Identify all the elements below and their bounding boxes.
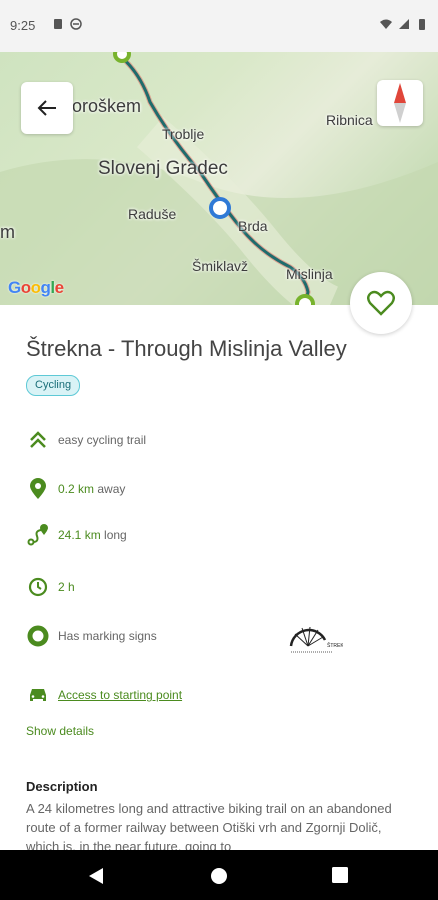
clock-icon [28, 577, 48, 597]
battery-icon [419, 19, 425, 30]
ring-icon [27, 625, 49, 647]
nav-back-icon[interactable] [88, 867, 104, 885]
description-heading: Description [26, 779, 98, 794]
double-chevron-up-icon [30, 431, 46, 448]
duration-text: 2 h [58, 580, 75, 594]
route-end-marker [295, 294, 315, 305]
length-row: 24.1 km long [26, 521, 127, 549]
heart-outline-icon [367, 290, 395, 316]
location-pin-icon [30, 478, 46, 499]
marking-row: Has marking signs [26, 622, 157, 650]
description-text: A 24 kilometres long and attractive biki… [26, 801, 392, 854]
length-value: 24.1 km [58, 528, 101, 542]
status-time: 9:25 [10, 18, 36, 33]
category-chip: Cycling [26, 375, 81, 396]
route-icon [27, 524, 48, 546]
wifi-icon [380, 19, 392, 29]
map-label: Raduše [128, 206, 177, 222]
google-logo: Google [8, 278, 64, 297]
marking-text: Has marking signs [58, 629, 157, 643]
nav-home-icon[interactable] [210, 867, 228, 885]
strekna-logo: ŠTREKNA [289, 626, 343, 653]
svg-text:ŠTREKNA: ŠTREKNA [327, 642, 343, 649]
status-bar: 9:25 [0, 0, 438, 52]
distance-away-row: 0.2 km away [26, 475, 125, 503]
map-label: Šmiklavž [192, 258, 249, 274]
navigation-bar [0, 850, 438, 900]
map-label: Mislinja [286, 266, 333, 282]
favorite-button[interactable] [350, 272, 412, 334]
difficulty-text: easy cycling trail [58, 433, 147, 447]
arrow-left-icon [37, 100, 56, 116]
length-suffix: long [100, 528, 127, 542]
current-location-marker [209, 197, 231, 219]
signal-icon [399, 19, 409, 29]
compass-icon [394, 83, 406, 123]
no-disturb-icon [70, 18, 82, 30]
access-row[interactable]: Access to starting point [26, 681, 182, 709]
map-label: m [0, 222, 15, 242]
show-details-button[interactable]: Show details [26, 724, 94, 738]
back-button[interactable] [21, 82, 73, 134]
map-label: Ribnica [326, 112, 373, 128]
trail-title: Štrekna - Through Mislinja Valley [26, 336, 347, 361]
duration-row: 2 h [26, 573, 75, 601]
access-starting-point-link[interactable]: Access to starting point [58, 688, 182, 702]
map-label: Brda [238, 218, 268, 234]
car-icon [30, 689, 46, 701]
route-start-marker [113, 52, 131, 63]
nav-recents-icon[interactable] [332, 867, 348, 883]
map-label: oroškem [72, 96, 142, 116]
difficulty-row: easy cycling trail [26, 426, 146, 454]
map-label: Troblje [162, 126, 205, 142]
compass-button[interactable] [377, 80, 423, 126]
map-label: Slovenj Gradec [98, 158, 228, 179]
sim-card-icon [54, 19, 62, 29]
distance-away-suffix: away [94, 482, 126, 496]
distance-away-value: 0.2 km [58, 482, 95, 496]
